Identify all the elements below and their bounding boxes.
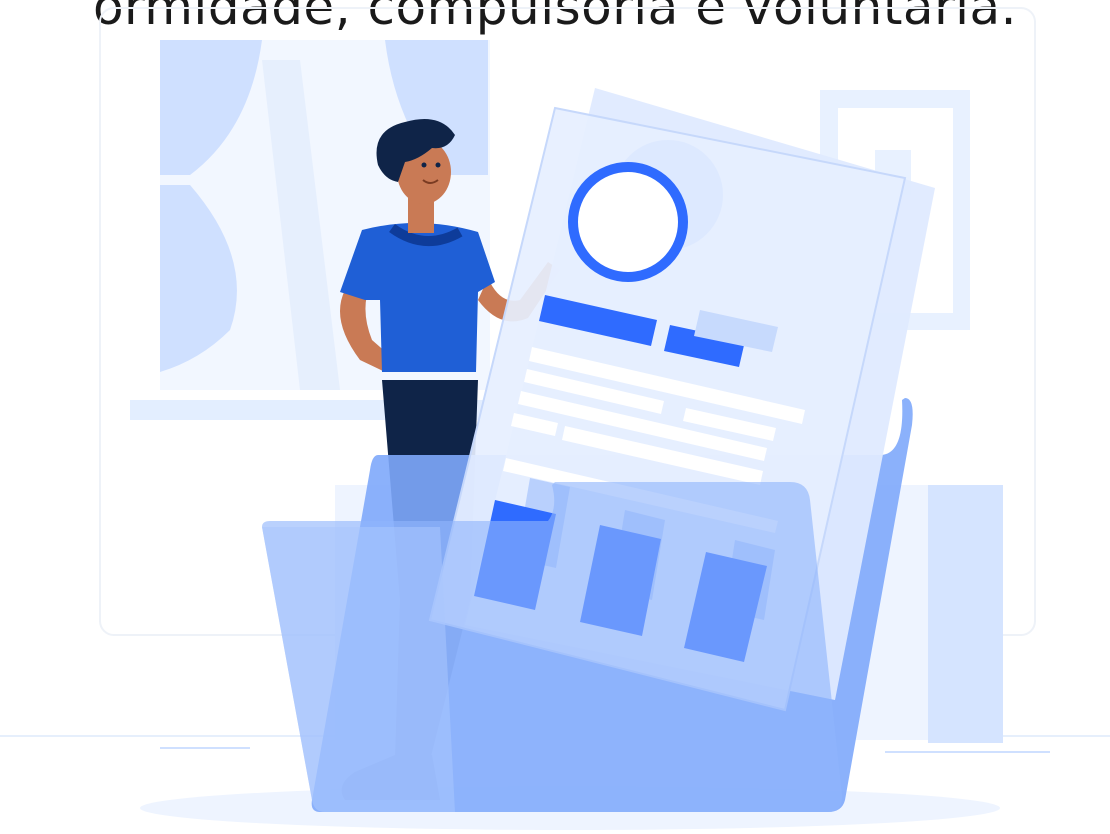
- avatar-circle-icon: [568, 162, 688, 282]
- cabinet-side: [928, 485, 1003, 743]
- illustration: [0, 7, 1110, 830]
- person-eye: [435, 162, 441, 168]
- folder-front: [262, 482, 843, 812]
- folder-flap: [262, 527, 455, 812]
- person-eye: [421, 162, 427, 168]
